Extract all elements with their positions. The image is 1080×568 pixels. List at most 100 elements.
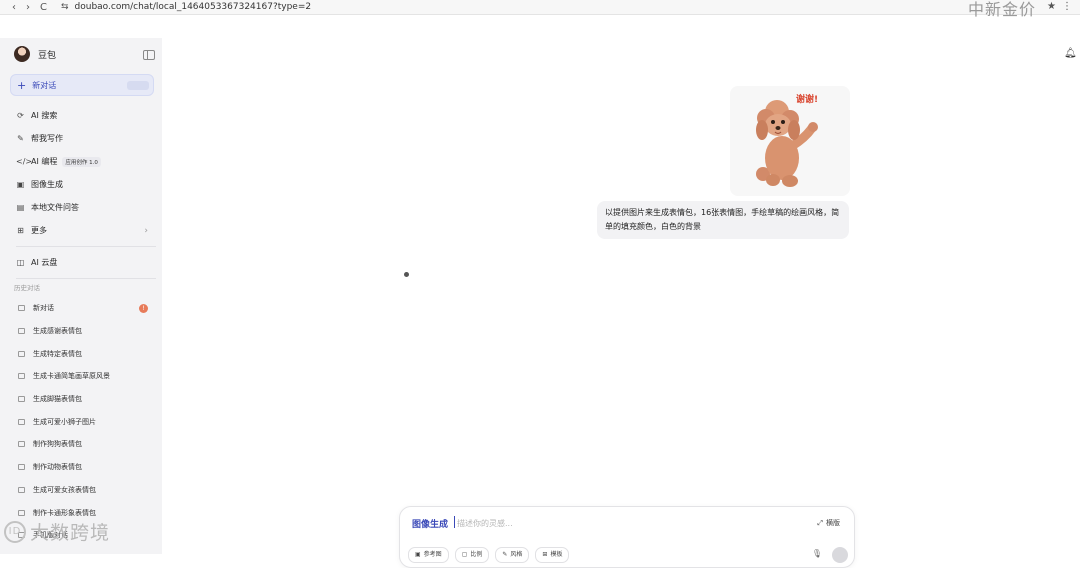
history-item[interactable]: 生成卡通简笔画草原风景 [18,365,152,388]
history-title: 历史对话 [14,284,40,292]
sidebar: 豆包 + 新对话 ⟳ AI 搜索 ✎ 帮我写作 </> AI 编程 应用创作 1… [0,38,162,554]
menu-item-ai-search[interactable]: ⟳ AI 搜索 [16,104,150,127]
chat-icon [18,350,25,357]
history-item-label: 制作卡通形象表情包 [33,508,96,517]
history-item-label: 制作狗狗表情包 [33,440,82,449]
collapse-sidebar-icon[interactable] [143,50,155,60]
grid-icon: ⊞ [17,226,24,235]
watermark-logo: ID [4,520,26,543]
search-icon: ⟳ [17,111,24,120]
bookmark-star-icon[interactable]: ★ [1047,1,1056,12]
orientation-selector[interactable]: ⤢ 横版 [817,518,840,528]
menu-item-label: AI 云盘 [31,258,58,267]
watermark-top: 中新金价 [967,0,1036,19]
user-message-bubble: 以提供图片来生成表情包，16张表情图，手绘草稿的绘画风格，简单的填充颜色，白色的… [597,201,849,239]
sidebar-header: 豆包 [14,46,56,62]
history-item-label: 制作动物表情包 [33,463,82,472]
menu-item-writing[interactable]: ✎ 帮我写作 [16,127,150,150]
menu-item-tag: 应用创作 1.0 [62,156,101,167]
menu-item-label: 帮我写作 [31,134,63,143]
expand-icon: ⤢ [817,518,823,527]
reference-image-icon: ▣ [415,551,421,558]
menu-item-label: AI 搜索 [31,111,58,120]
watermark-bottom: ID 大数跨境 [4,518,110,545]
text-caret [454,516,455,528]
history-item[interactable]: 新对话 ! [18,297,152,320]
code-icon: </> [16,157,33,166]
notification-badge: ! [139,303,148,313]
chat-icon [18,396,25,403]
chat-icon [18,464,25,471]
history-item[interactable]: 生成感谢表情包 [18,320,152,343]
chevron-right-icon: › [144,225,148,236]
send-button[interactable] [832,547,848,563]
uploaded-sticker-image[interactable]: 谢谢! [730,86,850,196]
history-item[interactable]: 制作狗狗表情包 [18,433,152,456]
site-info-icon[interactable]: ⇆ [61,2,69,12]
reload-button[interactable]: C [40,2,47,13]
menu-item-label: 本地文件问答 [31,203,79,212]
new-chat-button[interactable]: + 新对话 [10,74,154,96]
template-icon: ⊞ [542,551,548,558]
mode-label[interactable]: 图像生成 [412,517,448,530]
menu-item-image-generation[interactable]: ▣ 图像生成 [16,173,150,196]
prompt-input[interactable]: 描述你的灵感... [457,518,513,529]
history-item-label: 生成脚猫表情包 [33,395,82,404]
tool-label: 模板 [550,551,563,558]
ratio-button[interactable]: ▢ 比例 [454,547,490,563]
menu-item-label: 图像生成 [31,180,63,189]
forward-button[interactable]: › [26,2,30,13]
sticker-caption: 谢谢! [796,95,819,105]
menu-item-ai-coding[interactable]: </> AI 编程 应用创作 1.0 [16,150,150,173]
browser-nav: ‹ › C [12,2,47,13]
browser-menu-icon[interactable]: ⋮ [1062,1,1072,12]
avatar[interactable] [14,46,30,62]
chat-composer[interactable]: 图像生成 描述你的灵感... ⤢ 横版 ▣ 参考图 ▢ 比例 ✎ 风格 ⊞ 模板… [399,506,855,568]
style-icon: ✎ [502,551,508,558]
feature-menu: ⟳ AI 搜索 ✎ 帮我写作 </> AI 编程 应用创作 1.0 ▣ 图像生成… [16,104,156,283]
menu-item-ai-cloud[interactable]: ◫ AI 云盘 [16,251,150,274]
history-item[interactable]: 生成脚猫表情包 [18,388,152,411]
new-chat-label: 新对话 [32,80,57,90]
divider [16,278,156,279]
file-icon: ▤ [16,203,25,212]
history-item-label: 生成可爱女孩表情包 [33,485,96,494]
ratio-icon: ▢ [461,551,468,558]
reference-image-button[interactable]: ▣ 参考图 [408,547,449,563]
history-item[interactable]: 生成可爱女孩表情包 [18,479,152,502]
history-item-label: 生成可爱小狮子图片 [33,417,96,426]
history-item-label: 新对话 [33,304,54,313]
style-button[interactable]: ✎ 风格 [495,547,530,563]
tool-label: 比例 [470,551,483,558]
history-item-label: 生成特定表情包 [33,349,82,358]
address-bar[interactable]: doubao.com/chat/local_1464053367324167?t… [75,2,312,12]
orientation-label: 横版 [826,519,840,527]
bell-icon[interactable]: 🔔︎ [1064,48,1077,59]
history-item[interactable]: 制作动物表情包 [18,456,152,479]
tool-label: 参考图 [423,551,442,558]
menu-item-label: AI 编程 [31,157,58,166]
chat-icon [18,373,25,380]
divider [16,246,156,247]
history-item[interactable]: 生成可爱小狮子图片 [18,410,152,433]
menu-item-more[interactable]: ⊞ 更多 › [16,219,150,242]
tool-label: 风格 [510,551,523,558]
chat-icon [18,305,25,312]
image-icon: ▣ [16,180,25,189]
pen-icon: ✎ [17,134,24,143]
history-item-label: 生成卡通简笔画草原风景 [33,372,110,381]
history-item[interactable]: 生成特定表情包 [18,342,152,365]
chat-icon [18,328,25,335]
history-item-label: 生成感谢表情包 [33,327,82,336]
menu-item-label: 更多 [31,226,47,235]
menu-item-file-qa[interactable]: ▤ 本地文件问答 [16,196,150,219]
chat-icon [18,486,25,493]
chat-icon [18,509,25,516]
composer-tools: ▣ 参考图 ▢ 比例 ✎ 风格 ⊞ 模板 [408,547,570,563]
template-button[interactable]: ⊞ 模板 [535,547,570,563]
brand-name: 豆包 [38,50,57,61]
chat-icon [18,441,25,448]
history-list: 新对话 ! 生成感谢表情包 生成特定表情包 生成卡通简笔画草原风景 生成脚猫表情… [18,297,152,547]
back-button[interactable]: ‹ [12,2,16,13]
browser-toolbar: ‹ › C ⇆ doubao.com/chat/local_1464053367… [0,0,1080,19]
